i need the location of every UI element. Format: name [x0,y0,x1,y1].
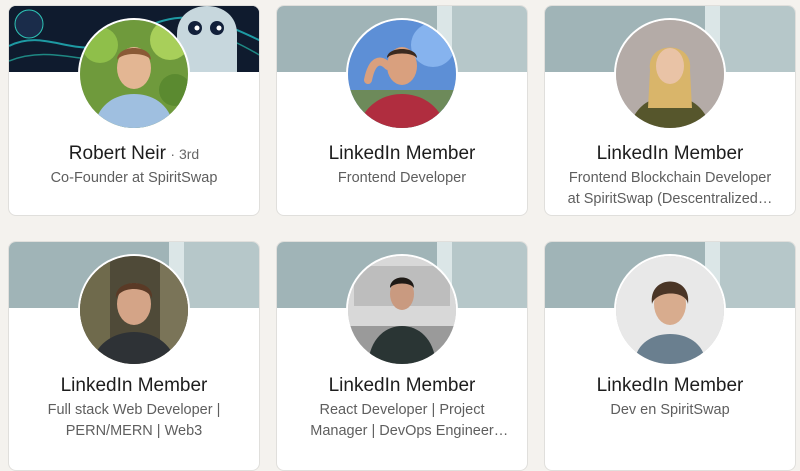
member-headline: Co-Founder at SpiritSwap [50,170,218,186]
member-headline: Dev en SpiritSwap [610,402,730,418]
name-line: LinkedIn Member [545,375,795,397]
name-line: LinkedIn Member [9,375,259,397]
profile-card[interactable]: LinkedIn Member Frontend Developer [276,5,528,216]
avatar[interactable] [346,18,458,130]
avatar[interactable] [346,254,458,366]
member-name[interactable]: LinkedIn Member [61,375,208,396]
profile-card[interactable]: LinkedIn Member Frontend Blockchain Deve… [544,5,796,216]
member-name[interactable]: LinkedIn Member [597,375,744,396]
avatar[interactable] [78,254,190,366]
avatar[interactable] [614,18,726,130]
avatar[interactable] [614,254,726,366]
profile-card[interactable]: LinkedIn Member Dev en SpiritSwap [544,241,796,471]
avatar[interactable] [78,18,190,130]
member-headline: Frontend Developer [337,170,467,186]
name-line: LinkedIn Member [277,143,527,165]
member-name[interactable]: LinkedIn Member [329,375,476,396]
member-headline: Full stack Web Developer | PERN/MERN | W… [47,402,221,439]
name-line: LinkedIn Member [545,143,795,165]
people-grid: Robert Neir · 3rd Co-Founder at SpiritSw… [0,0,800,471]
member-name[interactable]: Robert Neir [69,143,166,164]
name-line: Robert Neir · 3rd [9,143,259,165]
name-line: LinkedIn Member [277,375,527,397]
profile-card-robert-neir[interactable]: Robert Neir · 3rd Co-Founder at SpiritSw… [8,5,260,216]
member-headline: Frontend Blockchain Developer at SpiritS… [567,170,773,207]
profile-card[interactable]: LinkedIn Member React Developer | Projec… [276,241,528,471]
profile-card[interactable]: LinkedIn Member Full stack Web Developer… [8,241,260,471]
member-name[interactable]: LinkedIn Member [597,143,744,164]
member-headline: React Developer | Project Manager | DevO… [310,402,494,439]
connection-degree: · 3rd [170,146,200,162]
member-name[interactable]: LinkedIn Member [329,143,476,164]
